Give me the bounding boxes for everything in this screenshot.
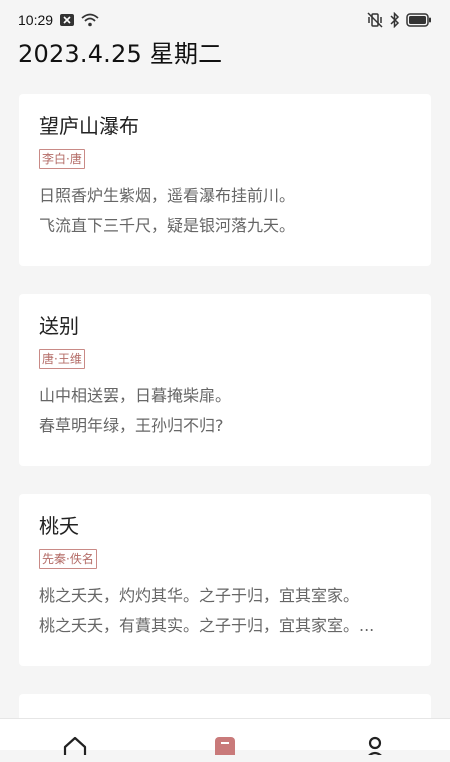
poem-line: 桃之夭夭，有蕡其实。之子于归，宜其家室。...: [39, 616, 375, 635]
author-tag: 唐·王维: [39, 349, 85, 369]
poem-line: 飞流直下三千尺，疑是银河落九天。: [39, 216, 296, 235]
poem-icon: [213, 735, 237, 755]
status-right: [366, 12, 432, 28]
bluetooth-icon: [390, 12, 400, 28]
notification-x-icon: [59, 13, 75, 27]
poem-title: 桃夭: [39, 514, 79, 538]
poem-line: 日照香炉生紫烟，遥看瀑布挂前川。: [39, 186, 296, 205]
wifi-icon: [81, 13, 99, 27]
nav-home[interactable]: [55, 735, 95, 755]
profile-icon: [363, 735, 387, 755]
nav-poems[interactable]: [205, 735, 245, 755]
poem-title: 望庐山瀑布: [39, 114, 139, 138]
date-title: 2023.4.25 星期二: [18, 40, 223, 68]
poem-list[interactable]: 望庐山瀑布 李白·唐 日照香炉生紫烟，遥看瀑布挂前川。 飞流直下三千尺，疑是银河…: [19, 94, 431, 762]
poem-line: 桃之夭夭，灼灼其华。之子于归，宜其室家。: [39, 586, 360, 605]
nav-profile[interactable]: [355, 735, 395, 755]
poem-title: 送别: [39, 314, 79, 338]
poem-card[interactable]: 桃夭 先秦·佚名 桃之夭夭，灼灼其华。之子于归，宜其室家。 桃之夭夭，有蕡其实。…: [19, 494, 431, 666]
battery-icon: [406, 13, 432, 27]
author-tag: 李白·唐: [39, 149, 85, 169]
poem-card[interactable]: 送别 唐·王维 山中相送罢，日暮掩柴扉。 春草明年绿，王孙归不归?: [19, 294, 431, 466]
poem-card[interactable]: 望庐山瀑布 李白·唐 日照香炉生紫烟，遥看瀑布挂前川。 飞流直下三千尺，疑是银河…: [19, 94, 431, 266]
home-icon: [62, 735, 88, 755]
poem-line: 山中相送罢，日暮掩柴扉。: [39, 386, 232, 405]
status-left: 10:29: [18, 12, 99, 28]
author-tag: 先秦·佚名: [39, 549, 97, 569]
bottom-nav: [0, 718, 450, 755]
poem-line: 春草明年绿，王孙归不归?: [39, 416, 224, 435]
vibrate-mute-icon: [366, 12, 384, 28]
status-time: 10:29: [18, 12, 54, 28]
